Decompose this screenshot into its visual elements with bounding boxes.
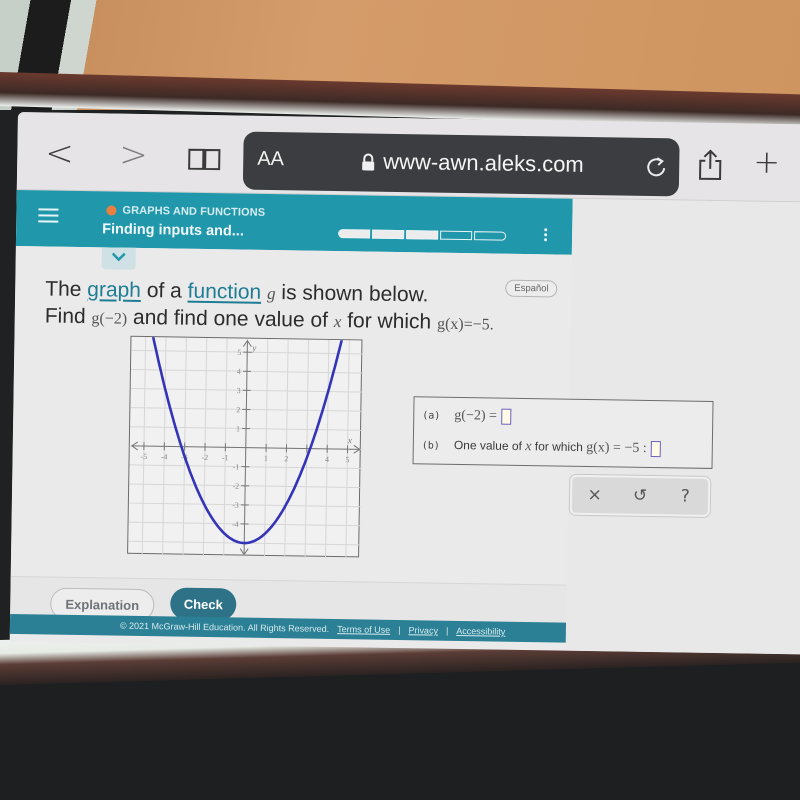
clear-icon[interactable]: × xyxy=(580,485,610,505)
expression-g-x-equals: g(x)=−5. xyxy=(436,315,494,334)
answer-row-b: (b) One value of x for which g(x) = −5 : xyxy=(422,437,661,458)
reload-icon[interactable] xyxy=(645,155,667,179)
progress-segment xyxy=(474,231,507,241)
x-tick-label: 1 xyxy=(264,454,268,463)
question-text: The graph of a function g is shown below… xyxy=(44,277,494,334)
privacy-link[interactable]: Privacy xyxy=(408,625,438,635)
answer-tools: × ↺ ? xyxy=(569,474,711,517)
x-tick-label: -4 xyxy=(161,452,168,461)
function-link[interactable]: function xyxy=(187,280,261,304)
answer-b-input[interactable] xyxy=(650,440,661,458)
expression-g-minus-2: g(−2) xyxy=(91,310,128,328)
browser-toolbar: < > AA www-awn.aleks.com + xyxy=(16,112,800,203)
lock-icon xyxy=(362,153,375,171)
y-axis-label: y xyxy=(251,343,256,353)
question-area: Español The graph of a function g is sho… xyxy=(10,245,714,585)
x-tick-label: -2 xyxy=(201,453,208,462)
x-tick-label: -1 xyxy=(222,453,229,462)
y-tick-label: 5 xyxy=(237,348,241,357)
y-tick-label: 3 xyxy=(237,386,241,395)
progress-segment xyxy=(440,230,473,241)
espanol-button[interactable]: Español xyxy=(505,279,558,298)
x-tick-label: 4 xyxy=(325,455,329,464)
address-bar[interactable]: AA www-awn.aleks.com xyxy=(242,131,680,197)
y-tick-label: 2 xyxy=(236,405,240,414)
lesson-header: GRAPHS AND FUNCTIONS Finding inputs and.… xyxy=(15,189,573,255)
x-tick-label: 2 xyxy=(284,454,288,463)
x-tick-label: 5 xyxy=(345,455,349,464)
progress-segment xyxy=(338,229,371,239)
graph-link[interactable]: graph xyxy=(87,278,141,302)
lesson-title: Finding inputs and... xyxy=(102,221,245,240)
topic-status-dot xyxy=(106,205,117,216)
chevron-down-icon xyxy=(111,252,126,262)
y-tick-label: 4 xyxy=(237,367,241,376)
y-tick-label: -2 xyxy=(232,482,239,491)
progress-segment xyxy=(372,229,405,240)
progress-bar xyxy=(338,229,507,241)
accessibility-link[interactable]: Accessibility xyxy=(456,626,505,637)
copyright-text: © 2021 McGraw-Hill Education. All Rights… xyxy=(119,620,330,634)
answer-row-a: (a) g(−2) = xyxy=(422,407,512,425)
y-tick-label: -1 xyxy=(233,463,240,472)
more-options-icon[interactable] xyxy=(544,228,548,242)
graph-canvas: -5 -4 -3 -2 -1 1 2 4 5-4-3-2-112345xy xyxy=(128,336,364,559)
function-graph: -5 -4 -3 -2 -1 1 2 4 5 -4 -3 -2 -1 1 2 3 4 5 x y xyxy=(127,335,364,559)
text-size-button[interactable]: AA xyxy=(257,148,284,171)
y-tick-label: -3 xyxy=(232,501,239,510)
device-screen: < > AA www-awn.aleks.com + GRAPHS AND FU… xyxy=(9,112,800,655)
chevron-left-icon[interactable]: < xyxy=(45,133,74,173)
plus-icon[interactable]: + xyxy=(753,143,780,181)
answer-box: (a) g(−2) = (b) One value of x for which g… xyxy=(412,396,714,469)
y-tick-label: 1 xyxy=(236,424,240,433)
hamburger-menu-icon[interactable] xyxy=(38,208,59,224)
check-button[interactable]: Check xyxy=(170,587,237,621)
y-tick-label: -4 xyxy=(232,520,239,529)
terms-link[interactable]: Terms of Use xyxy=(337,624,390,635)
undo-icon[interactable]: ↺ xyxy=(625,486,655,506)
chevron-right-icon[interactable]: > xyxy=(119,135,148,175)
book-icon[interactable] xyxy=(187,147,221,172)
progress-segment xyxy=(406,230,439,240)
x-tick-label: -5 xyxy=(140,452,147,461)
help-icon[interactable]: ? xyxy=(670,486,700,506)
collapse-toggle[interactable] xyxy=(101,247,136,270)
url-text[interactable]: www-awn.aleks.com xyxy=(383,149,584,178)
share-icon[interactable] xyxy=(697,149,723,181)
topic-label: GRAPHS AND FUNCTIONS xyxy=(122,204,266,219)
answer-a-input[interactable] xyxy=(500,408,512,425)
x-axis-label: x xyxy=(347,435,352,445)
